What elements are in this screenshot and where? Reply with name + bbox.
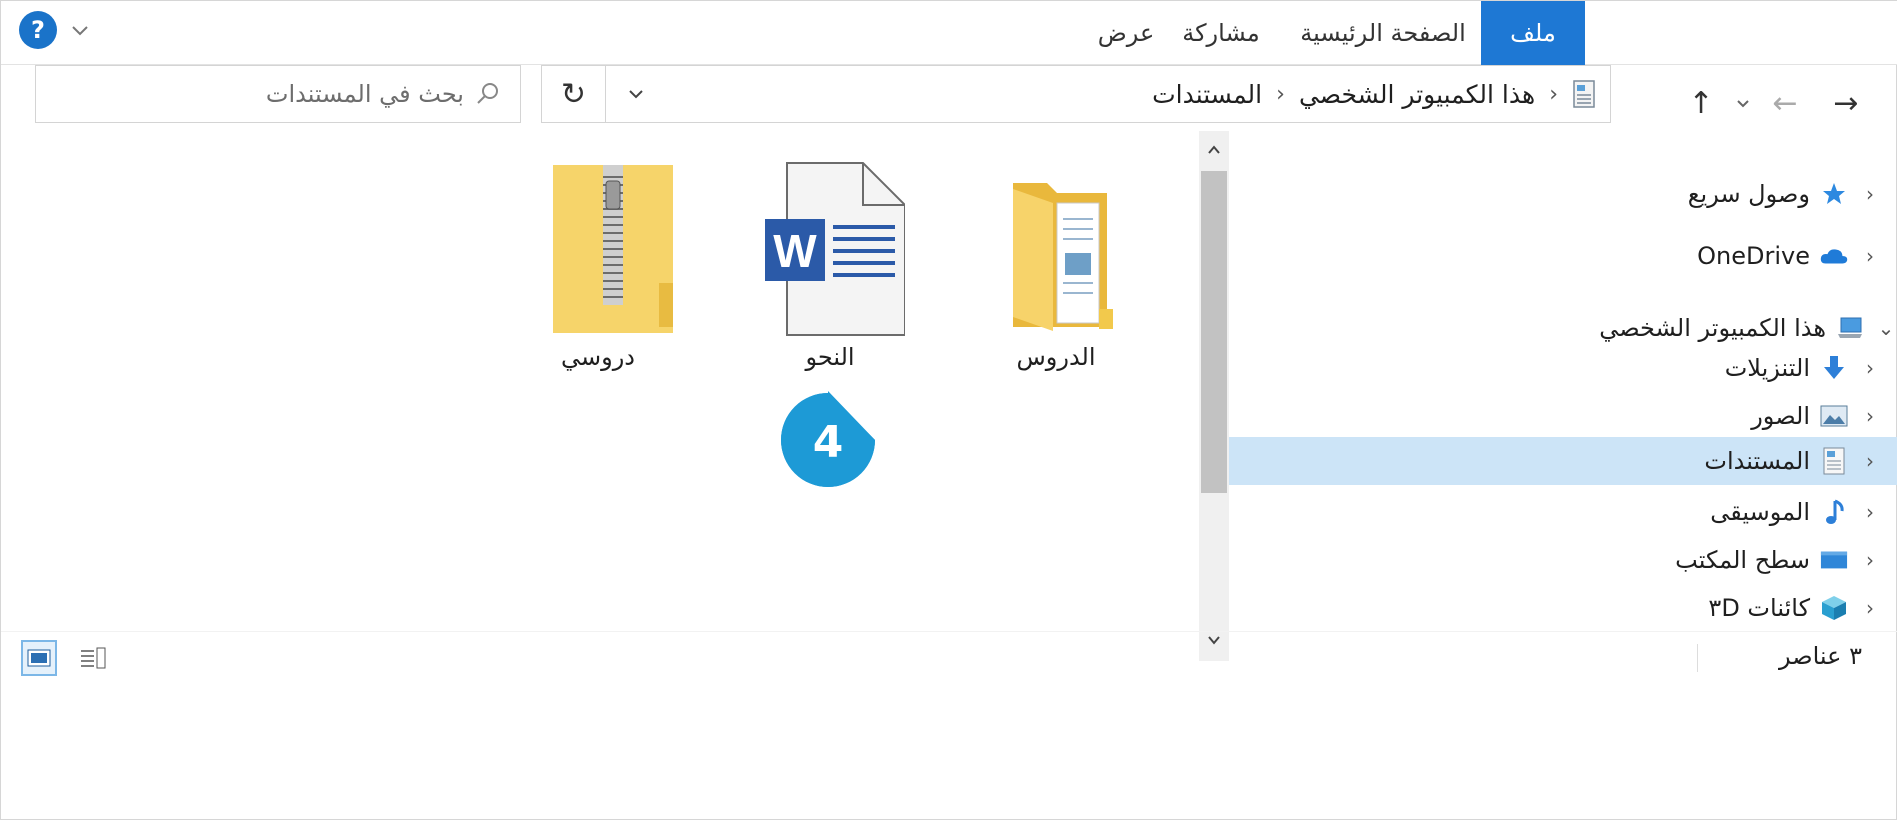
status-divider (1697, 644, 1698, 672)
desktop-icon (1820, 546, 1848, 574)
scroll-up-icon[interactable] (1199, 133, 1229, 167)
sidebar-item-label: OneDrive (1697, 242, 1810, 270)
expand-chevron-icon[interactable]: › (1858, 404, 1882, 428)
sidebar-item-quick-access[interactable]: وصول سريع › (1229, 171, 1897, 217)
file-item-label: النحو (805, 343, 855, 371)
sidebar-item-label: هذا الكمبيوتر الشخصي (1599, 314, 1826, 342)
details-view-icon[interactable] (75, 640, 111, 676)
status-bar: ٣ عناصر (1, 631, 1897, 683)
expand-chevron-icon[interactable]: › (1858, 548, 1882, 572)
refresh-icon[interactable]: ↻ (542, 66, 606, 122)
pictures-icon (1820, 402, 1848, 430)
file-item-label: الدروس (1016, 343, 1096, 371)
tab-file[interactable]: ملف (1481, 1, 1585, 65)
sidebar-item-downloads[interactable]: التنزيلات › (1229, 345, 1897, 391)
sidebar-item-pictures[interactable]: الصور › (1229, 393, 1897, 439)
sidebar-item-label: المستندات (1704, 447, 1810, 475)
star-icon (1820, 180, 1848, 208)
download-icon (1820, 354, 1848, 382)
expand-chevron-icon[interactable]: › (1858, 244, 1882, 268)
help-icon: ? (31, 16, 45, 44)
forward-arrow-icon[interactable]: ← (1765, 77, 1805, 129)
up-arrow-icon[interactable]: ↑ (1681, 77, 1721, 129)
address-bar[interactable]: ↻ ‹ هذا الكمبيوتر الشخصي ‹ المستندات (541, 65, 1611, 123)
nav-scrollbar-thumb[interactable] (1201, 171, 1227, 493)
expand-chevron-icon[interactable]: › (1858, 356, 1882, 380)
file-item-label: دروسي (561, 343, 635, 371)
file-item-folder[interactable]: الدروس (961, 151, 1151, 391)
music-icon (1820, 498, 1848, 526)
sidebar-item-music[interactable]: الموسيقى › (1229, 489, 1897, 535)
address-dropdown-chevron-icon[interactable] (606, 66, 666, 122)
help-button[interactable]: ? (19, 11, 57, 49)
ribbon-expand-chevron-icon[interactable] (65, 15, 95, 45)
sidebar-item-label: التنزيلات (1724, 354, 1810, 382)
expand-chevron-icon[interactable]: › (1858, 500, 1882, 524)
file-explorer-window: ? عرض مشاركة الصفحة الرئيسية ملف → ← ↑ ↻… (0, 0, 1897, 820)
search-input[interactable] (64, 74, 464, 114)
3d-objects-icon (1820, 594, 1848, 622)
file-item-zip-folder[interactable]: دروسي (503, 151, 693, 391)
step-number: 4 (812, 417, 844, 468)
collapse-chevron-icon[interactable]: ⌄ (1874, 316, 1897, 340)
search-icon (477, 83, 498, 104)
sidebar-item-label: الموسيقى (1710, 498, 1810, 526)
sidebar-item-label: كائنات ٣D (1708, 594, 1810, 622)
sidebar-item-label: سطح المكتب (1675, 546, 1810, 574)
zip-folder-icon (553, 165, 673, 333)
folder-icon (1013, 183, 1113, 331)
sidebar-item-desktop[interactable]: سطح المكتب › (1229, 537, 1897, 583)
breadcrumb-separator-icon: ‹ (1549, 81, 1558, 107)
documents-icon (1820, 447, 1848, 475)
cloud-icon (1820, 242, 1848, 270)
large-icons-view-icon[interactable] (21, 640, 57, 676)
tab-view[interactable]: عرض (1089, 1, 1163, 65)
breadcrumb-this-pc[interactable]: هذا الكمبيوتر الشخصي (1299, 80, 1535, 109)
computer-icon (1836, 314, 1864, 342)
expand-chevron-icon[interactable]: › (1858, 182, 1882, 206)
navigation-pane: وصول سريع › OneDrive › هذا الكمبيوتر الش… (1229, 131, 1897, 631)
sidebar-item-documents[interactable]: المستندات › (1229, 437, 1897, 485)
tab-share[interactable]: مشاركة (1171, 1, 1271, 65)
recent-locations-chevron-icon[interactable] (1725, 77, 1761, 129)
item-count: ٣ عناصر (1778, 642, 1862, 670)
back-arrow-icon[interactable]: → (1821, 77, 1871, 129)
sidebar-item-label: الصور (1751, 402, 1810, 430)
ribbon-tab-bar: ? عرض مشاركة الصفحة الرئيسية ملف (1, 1, 1897, 65)
breadcrumb-documents[interactable]: المستندات (1152, 80, 1262, 109)
sidebar-item-3d-objects[interactable]: كائنات ٣D › (1229, 585, 1897, 631)
expand-chevron-icon[interactable]: › (1858, 596, 1882, 620)
svg-text:W: W (773, 225, 817, 277)
sidebar-item-label: وصول سريع (1687, 180, 1810, 208)
expand-chevron-icon[interactable]: › (1858, 449, 1882, 473)
breadcrumb-separator-icon: ‹ (1276, 81, 1285, 107)
file-item-word-document[interactable]: W النحو (735, 151, 925, 391)
tab-home[interactable]: الصفحة الرئيسية (1291, 1, 1475, 65)
breadcrumb: ‹ هذا الكمبيوتر الشخصي ‹ المستندات (1152, 66, 1596, 122)
word-document-icon: W (765, 162, 905, 336)
search-box[interactable] (35, 65, 521, 123)
sidebar-item-onedrive[interactable]: OneDrive › (1229, 233, 1897, 279)
documents-location-icon (1573, 80, 1595, 108)
